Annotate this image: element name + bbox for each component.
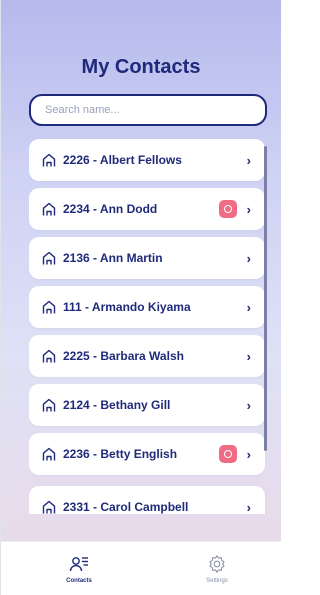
home-icon (41, 201, 57, 217)
contact-list[interactable]: 2226 - Albert Fellows › 2234 - Ann Dodd … (29, 139, 267, 514)
chevron-right-icon: › (246, 152, 251, 168)
tab-label: Settings (206, 578, 228, 584)
notification-badge (219, 200, 237, 218)
contact-item[interactable]: 2226 - Albert Fellows › (29, 139, 265, 181)
chevron-right-icon: › (246, 499, 251, 515)
contact-name: 2236 - Betty English (63, 447, 178, 461)
home-icon (41, 446, 57, 462)
contact-item[interactable]: 2331 - Carol Campbell › (29, 486, 265, 514)
gear-icon (187, 554, 247, 574)
page-title: My Contacts (81, 56, 201, 78)
contact-item[interactable]: 2124 - Bethany Gill › (29, 384, 265, 426)
home-icon (41, 152, 57, 168)
chevron-right-icon: › (246, 250, 251, 266)
chevron-right-icon: › (246, 201, 251, 217)
home-icon (41, 250, 57, 266)
contact-item[interactable]: 2234 - Ann Dodd › (29, 188, 265, 230)
search-input[interactable] (29, 94, 267, 126)
chevron-right-icon: › (246, 446, 251, 462)
contact-name: 2226 - Albert Fellows (63, 153, 182, 167)
contacts-icon (49, 554, 109, 574)
contact-name: 2331 - Carol Campbell (63, 500, 189, 514)
chevron-right-icon: › (246, 348, 251, 364)
chevron-right-icon: › (246, 397, 251, 413)
chevron-right-icon: › (246, 299, 251, 315)
contact-name: 2124 - Bethany Gill (63, 398, 171, 412)
contact-name: 2136 - Ann Martin (63, 251, 163, 265)
home-icon (41, 348, 57, 364)
tab-contacts[interactable]: Contacts (49, 554, 109, 584)
bottom-tab-bar: Contacts Settings (1, 541, 281, 595)
home-icon (41, 299, 57, 315)
home-icon (41, 499, 57, 514)
home-icon (41, 397, 57, 413)
contact-item[interactable]: 2225 - Barbara Walsh › (29, 335, 265, 377)
contact-name: 111 - Armando Kiyama (63, 300, 191, 314)
app-screen: My Contacts 2226 - Albert Fellows › 2234… (0, 0, 281, 595)
contact-item[interactable]: 111 - Armando Kiyama › (29, 286, 265, 328)
contact-name: 2234 - Ann Dodd (63, 202, 158, 216)
tab-label: Contacts (66, 578, 92, 584)
contact-item[interactable]: 2136 - Ann Martin › (29, 237, 265, 279)
contact-name: 2225 - Barbara Walsh (63, 349, 184, 363)
notification-badge (219, 445, 237, 463)
tab-settings[interactable]: Settings (187, 554, 247, 584)
contact-item[interactable]: 2236 - Betty English › (29, 433, 265, 475)
list-scrollbar[interactable] (264, 146, 267, 451)
